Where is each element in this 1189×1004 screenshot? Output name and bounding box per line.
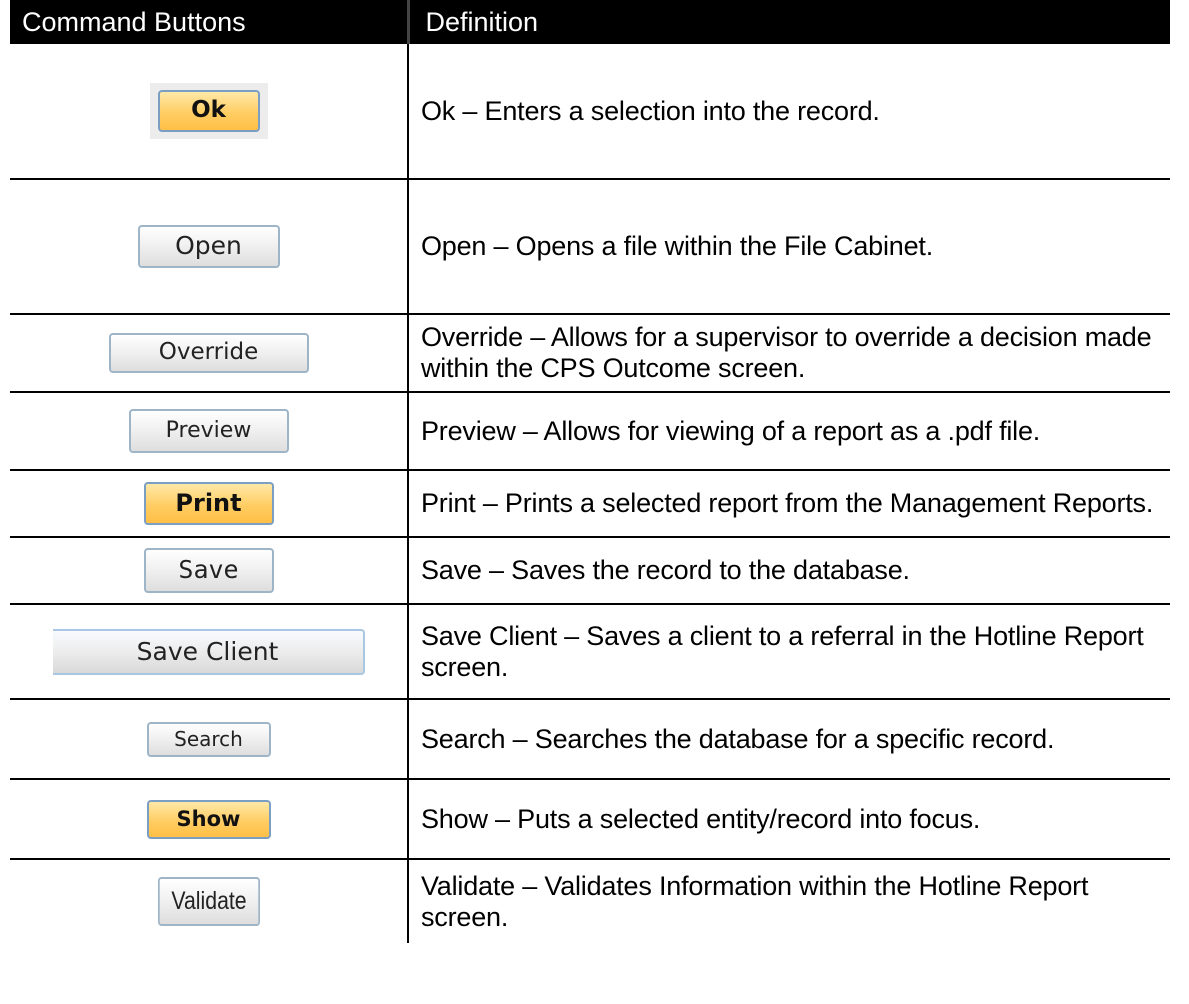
button-cell: Override (10, 314, 409, 393)
table-row: Validate Validate – Validates Informatio… (10, 859, 1170, 943)
column-header-command-buttons: Command Buttons (10, 0, 410, 44)
table-header-row: Command Buttons Definition (10, 0, 1170, 44)
ok-button-frame: Ok (149, 83, 268, 139)
validate-button[interactable]: Validate (157, 877, 260, 926)
ok-button[interactable]: Ok (157, 90, 260, 132)
definition-text: Save – Saves the record to the database. (408, 537, 1170, 605)
command-buttons-table: Command Buttons Definition Ok Ok – Enter… (10, 0, 1170, 943)
table-row: Search Search – Searches the database fo… (10, 699, 1170, 780)
button-cell: Preview (10, 392, 409, 471)
definition-text: Override – Allows for a supervisor to ov… (408, 314, 1170, 393)
definition-text: Save Client – Saves a client to a referr… (408, 604, 1170, 700)
button-cell: Ok (10, 44, 409, 180)
button-cell: Show (10, 779, 409, 860)
show-button[interactable]: Show (146, 799, 271, 839)
table-row: Save Save – Saves the record to the data… (10, 537, 1170, 605)
print-button[interactable]: Print (143, 482, 274, 525)
definition-text: Preview – Allows for viewing of a report… (408, 392, 1170, 471)
save-button[interactable]: Save (143, 548, 274, 593)
table-row: Preview Preview – Allows for viewing of … (10, 392, 1170, 471)
definition-text: Open – Opens a file within the File Cabi… (408, 179, 1170, 315)
table-row: Override Override – Allows for a supervi… (10, 314, 1170, 393)
open-button[interactable]: Open (137, 225, 280, 268)
table-row: Show Show – Puts a selected entity/recor… (10, 779, 1170, 860)
table-row: Save Client Save Client – Saves a client… (10, 604, 1170, 700)
button-cell: Search (10, 699, 409, 780)
table-row: Print Print – Prints a selected report f… (10, 470, 1170, 538)
column-header-definition: Definition (408, 0, 1170, 44)
table-row: Ok Ok – Enters a selection into the reco… (10, 44, 1170, 180)
search-button[interactable]: Search (146, 721, 271, 757)
button-cell: Validate (10, 859, 409, 943)
definition-text: Show – Puts a selected entity/record int… (408, 779, 1170, 860)
button-cell: Save (10, 537, 409, 605)
save-client-button[interactable]: Save Client (52, 628, 365, 675)
definition-text: Search – Searches the database for a spe… (408, 699, 1170, 780)
button-cell: Print (10, 470, 409, 538)
definition-text: Ok – Enters a selection into the record. (408, 44, 1170, 180)
override-button[interactable]: Override (108, 333, 309, 373)
definition-text: Print – Prints a selected report from th… (408, 470, 1170, 538)
definition-text: Validate – Validates Information within … (421, 870, 1089, 932)
button-cell: Save Client (10, 604, 409, 700)
button-cell: Open (10, 179, 409, 315)
table-row: Open Open – Opens a file within the File… (10, 179, 1170, 315)
preview-button[interactable]: Preview (128, 409, 289, 453)
